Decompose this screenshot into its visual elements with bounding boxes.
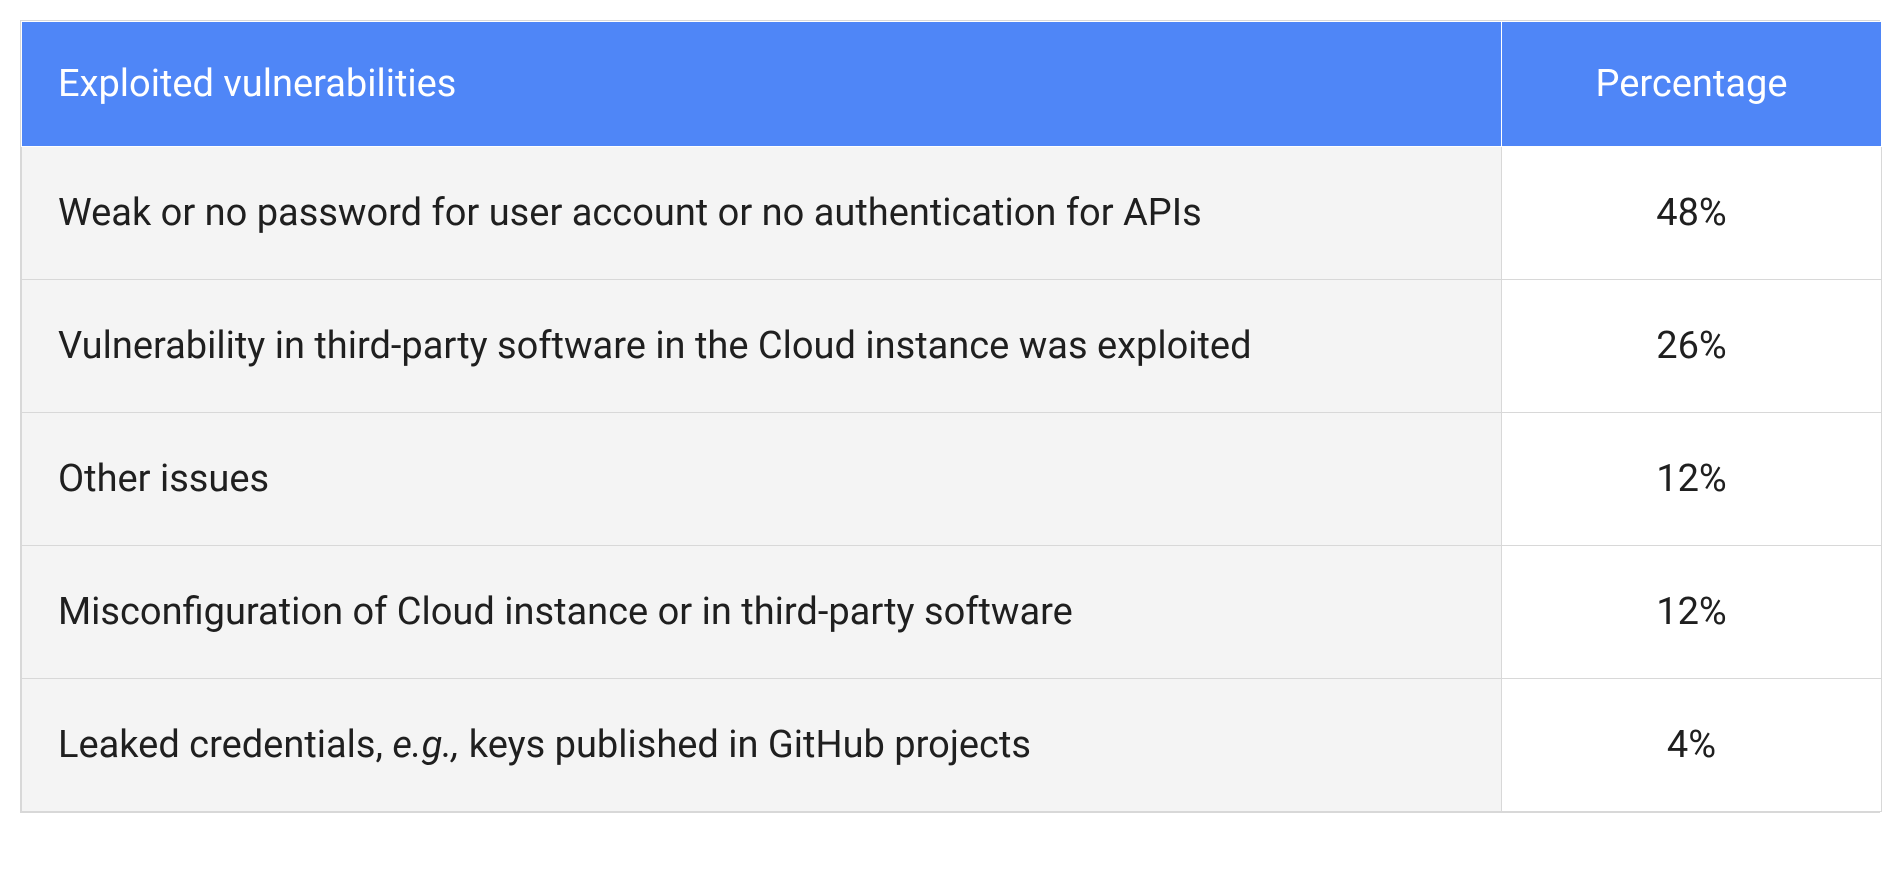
table-row: Other issues 12% — [22, 413, 1882, 546]
vulnerability-label: Other issues — [22, 413, 1502, 546]
label-suffix: keys published in GitHub projects — [459, 723, 1031, 767]
label-em: e.g., — [392, 723, 459, 767]
column-header-vulnerabilities: Exploited vulnerabilities — [22, 22, 1502, 147]
vulnerability-label: Weak or no password for user account or … — [22, 147, 1502, 280]
vulnerability-label: Leaked credentials, e.g., keys published… — [22, 679, 1502, 812]
table-row: Misconfiguration of Cloud instance or in… — [22, 546, 1882, 679]
label-prefix: Leaked credentials, — [58, 723, 392, 767]
table-row: Leaked credentials, e.g., keys published… — [22, 679, 1882, 812]
table-header-row: Exploited vulnerabilities Percentage — [22, 22, 1882, 147]
vulnerabilities-table: Exploited vulnerabilities Percentage Wea… — [21, 21, 1882, 812]
table-row: Weak or no password for user account or … — [22, 147, 1882, 280]
vulnerability-label: Vulnerability in third-party software in… — [22, 280, 1502, 413]
vulnerability-percentage: 26% — [1502, 280, 1882, 413]
vulnerability-percentage: 12% — [1502, 413, 1882, 546]
table-row: Vulnerability in third-party software in… — [22, 280, 1882, 413]
vulnerability-percentage: 12% — [1502, 546, 1882, 679]
vulnerabilities-table-wrap: Exploited vulnerabilities Percentage Wea… — [20, 20, 1880, 813]
column-header-percentage: Percentage — [1502, 22, 1882, 147]
vulnerability-percentage: 4% — [1502, 679, 1882, 812]
vulnerability-percentage: 48% — [1502, 147, 1882, 280]
vulnerability-label: Misconfiguration of Cloud instance or in… — [22, 546, 1502, 679]
